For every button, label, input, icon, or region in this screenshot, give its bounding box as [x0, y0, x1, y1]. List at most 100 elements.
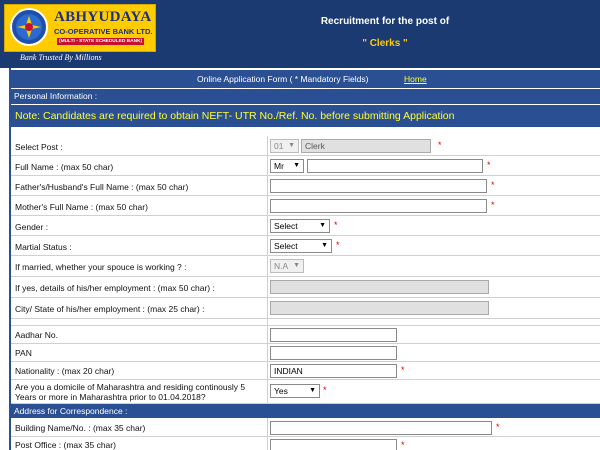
post-name-field[interactable]: Clerk [301, 139, 431, 153]
row-divider [267, 216, 268, 235]
row-divider [267, 196, 268, 215]
row-employment-details: If yes, details of his/her employment : … [11, 277, 600, 298]
chevron-down-icon: ▼ [309, 387, 316, 394]
required-mark: * [401, 365, 405, 375]
required-mark: * [491, 180, 495, 190]
row-divider [267, 156, 268, 175]
chevron-down-icon: ▼ [293, 262, 300, 269]
post-title: " Clerks " [362, 38, 408, 49]
chevron-down-icon: ▼ [321, 242, 328, 249]
row-spouse-working: If married, whether your spouce is worki… [11, 256, 600, 277]
nationality-label: Nationality : (max 20 char) [15, 366, 115, 376]
chevron-down-icon: ▼ [319, 222, 326, 229]
row-full-name: Full Name : (max 50 char) Mr ▼ * [11, 156, 600, 176]
row-domicile: Are you a domicile of Maharashtra and re… [11, 380, 600, 404]
row-divider [267, 437, 268, 450]
domicile-select[interactable]: Yes ▼ [270, 384, 320, 398]
spouse-working-select[interactable]: N.A ▼ [270, 259, 304, 273]
recruitment-title: Recruitment for the post of [320, 16, 450, 27]
select-post-label: Select Post : [15, 142, 63, 152]
bank-logo: ABHYUDAYA CO-OPERATIVE BANK LTD. (MULTI … [4, 4, 156, 52]
row-building: Building Name/No. : (max 35 char) * [11, 418, 600, 437]
address-heading: Address for Correspondence : [11, 404, 600, 418]
chevron-down-icon: ▼ [293, 162, 300, 169]
marital-status-label: Martial Status : [15, 242, 72, 252]
father-name-input[interactable] [270, 179, 487, 193]
full-name-label: Full Name : (max 50 char) [15, 162, 114, 172]
building-input[interactable] [270, 421, 492, 435]
gender-label: Gender : [15, 222, 49, 232]
gender-select[interactable]: Select ▼ [270, 219, 330, 233]
domicile-label: Are you a domicile of Maharashtra and re… [15, 382, 246, 402]
row-spacer [11, 319, 600, 326]
row-aadhar: Aadhar No. [11, 326, 600, 344]
row-mother-name: Mother's Full Name : (max 50 char) * [11, 196, 600, 216]
name-title-value: Mr [274, 161, 284, 171]
neft-note: Note: Candidates are required to obtain … [11, 105, 600, 127]
application-form: Online Application Form ( * Mandatory Fi… [9, 68, 600, 450]
row-divider [267, 362, 268, 379]
aadhar-label: Aadhar No. [15, 330, 58, 340]
row-father-name: Father's/Husband's Full Name : (max 50 c… [11, 176, 600, 196]
bank-emblem-icon [10, 8, 48, 46]
father-name-label: Father's/Husband's Full Name : (max 50 c… [15, 182, 189, 192]
marital-status-value: Select [274, 241, 298, 251]
domicile-value: Yes [274, 386, 288, 396]
row-pan: PAN [11, 344, 600, 362]
row-divider [267, 176, 268, 195]
row-employment-city: City/ State of his/her employment : (max… [11, 298, 600, 319]
row-divider [267, 256, 268, 276]
nationality-input[interactable]: INDIAN [270, 364, 397, 378]
bank-name: ABHYUDAYA [54, 9, 152, 25]
row-nationality: Nationality : (max 20 char) INDIAN * [11, 362, 600, 380]
employment-details-input[interactable] [270, 280, 489, 294]
row-gender: Gender : Select ▼ * [11, 216, 600, 236]
personal-info-heading: Personal Information : [11, 89, 600, 104]
pan-input[interactable] [270, 346, 397, 360]
full-name-input[interactable] [307, 159, 483, 173]
row-divider [267, 319, 268, 325]
required-mark: * [496, 422, 500, 432]
required-mark: * [438, 140, 442, 150]
name-title-select[interactable]: Mr ▼ [270, 159, 304, 173]
form-title: Online Application Form ( * Mandatory Fi… [197, 74, 369, 84]
row-divider [267, 236, 268, 255]
required-mark: * [336, 240, 340, 250]
employment-city-label: City/ State of his/her employment : (max… [15, 304, 205, 314]
required-mark: * [323, 385, 327, 395]
row-select-post: Select Post : 01 ▼ Clerk * [11, 136, 600, 156]
required-mark: * [401, 440, 405, 450]
row-divider [267, 298, 268, 318]
row-post-office: Post Office : (max 35 char) * [11, 437, 600, 450]
bank-subtitle: CO-OPERATIVE BANK LTD. [54, 27, 153, 36]
required-mark: * [487, 160, 491, 170]
gender-value: Select [274, 221, 298, 231]
row-marital-status: Martial Status : Select ▼ * [11, 236, 600, 256]
row-divider [267, 277, 268, 297]
building-label: Building Name/No. : (max 35 char) [15, 423, 146, 433]
row-divider [267, 326, 268, 343]
page-header: ABHYUDAYA CO-OPERATIVE BANK LTD. (MULTI … [0, 0, 600, 68]
post-code-select[interactable]: 01 ▼ [270, 139, 299, 153]
aadhar-input[interactable] [270, 328, 397, 342]
employment-city-input[interactable] [270, 301, 489, 315]
required-mark: * [491, 200, 495, 210]
marital-status-select[interactable]: Select ▼ [270, 239, 332, 253]
row-divider [267, 136, 268, 155]
mother-name-input[interactable] [270, 199, 487, 213]
row-divider [267, 344, 268, 361]
spouse-working-label: If married, whether your spouce is worki… [15, 262, 187, 272]
post-code-value: 01 [274, 141, 284, 151]
row-divider [267, 418, 268, 436]
employment-details-label: If yes, details of his/her employment : … [15, 283, 215, 293]
chevron-down-icon: ▼ [288, 142, 295, 149]
form-topbar: Online Application Form ( * Mandatory Fi… [11, 70, 600, 88]
mother-name-label: Mother's Full Name : (max 50 char) [15, 202, 148, 212]
post-office-input[interactable] [270, 439, 397, 450]
bank-tagline: Bank Trusted By Millions [20, 53, 102, 62]
post-office-label: Post Office : (max 35 char) [15, 440, 116, 450]
row-divider [267, 380, 268, 403]
home-link[interactable]: Home [404, 74, 427, 84]
bank-tag: (MULTI - STATE SCHEDULED BANK) [57, 38, 145, 45]
spouse-working-value: N.A [274, 261, 289, 271]
